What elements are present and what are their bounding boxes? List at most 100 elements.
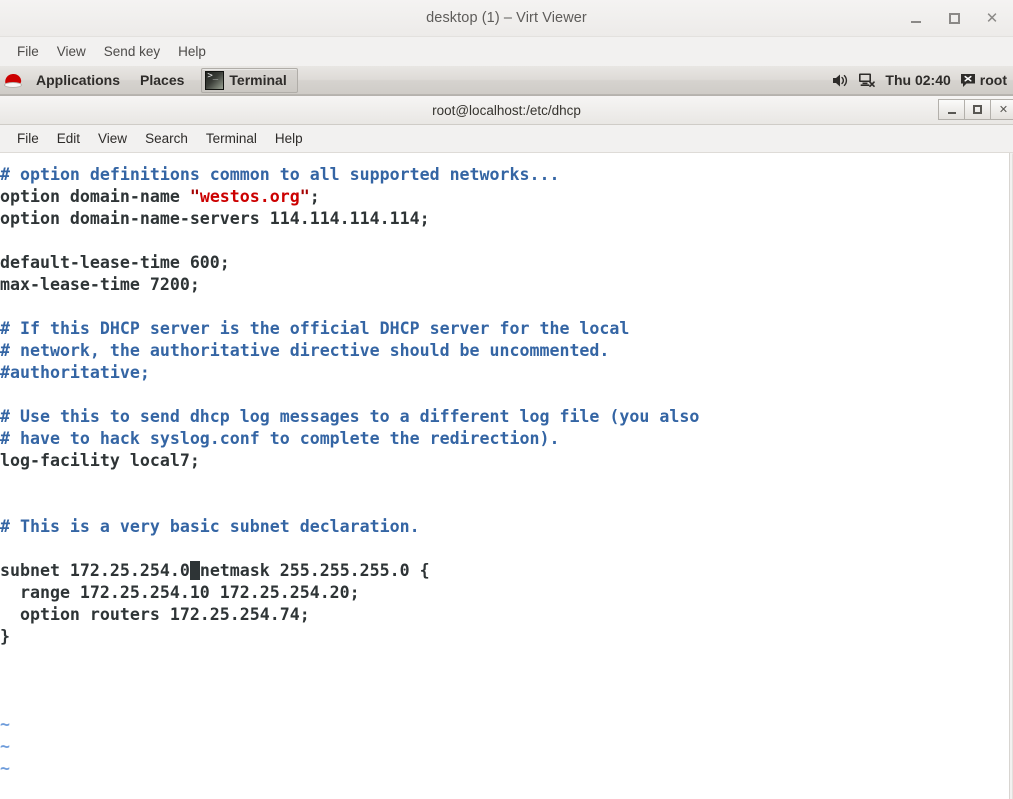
- editor-text: # option definitions common to all suppo…: [0, 165, 560, 184]
- terminal-window: root@localhost:/etc/dhcp ✕ File Edit Vie…: [0, 95, 1013, 799]
- editor-line: subnet 172.25.254.0 netmask 255.255.255.…: [0, 560, 995, 582]
- terminal-maximize-button[interactable]: [964, 99, 991, 120]
- terminal-icon: [205, 70, 225, 90]
- editor-line: option domain-name-servers 114.114.114.1…: [0, 208, 995, 230]
- maximize-icon: [948, 13, 960, 24]
- panel-menu-applications[interactable]: Applications: [26, 68, 130, 92]
- terminal-menu-file[interactable]: File: [8, 128, 48, 149]
- editor-line: ~: [0, 736, 995, 758]
- terminal-menu-help[interactable]: Help: [266, 128, 312, 149]
- panel-taskbar: Terminal: [201, 67, 298, 93]
- viewer-menu-help[interactable]: Help: [169, 41, 215, 62]
- editor-text: [0, 495, 10, 514]
- editor-line: log-facility local7;: [0, 450, 995, 472]
- terminal-window-controls: ✕: [938, 99, 1013, 120]
- viewer-window-controls: ✕: [907, 0, 1007, 37]
- terminal-scrollbar[interactable]: [1009, 153, 1013, 799]
- minimize-icon: [947, 111, 956, 114]
- editor-line: [0, 384, 995, 406]
- close-icon: ✕: [998, 104, 1009, 116]
- taskbar-item-terminal[interactable]: Terminal: [201, 67, 298, 93]
- terminal-menubar: File Edit View Search Terminal Help: [0, 125, 1013, 153]
- editor-line: [0, 472, 995, 494]
- editor-line: # network, the authoritative directive s…: [0, 340, 995, 362]
- editor-text: log-facility local7;: [0, 451, 200, 470]
- editor-text: [0, 671, 10, 690]
- editor-line: ~: [0, 758, 995, 780]
- editor-text: [0, 297, 10, 316]
- panel-left-section: Applications Places Terminal: [0, 66, 298, 95]
- editor-text: ~: [0, 759, 10, 778]
- terminal-minimize-button[interactable]: [938, 99, 965, 120]
- terminal-menu-view[interactable]: View: [89, 128, 136, 149]
- editor-line: [0, 648, 995, 670]
- editor-text: westos.org: [199, 187, 300, 206]
- terminal-menu-search[interactable]: Search: [136, 128, 197, 149]
- editor-text: # have to hack syslog.conf to complete t…: [0, 429, 560, 448]
- editor-line: # If this DHCP server is the official DH…: [0, 318, 995, 340]
- editor-line: [0, 670, 995, 692]
- terminal-title: root@localhost:/etc/dhcp: [432, 103, 581, 118]
- viewer-minimize-button[interactable]: [907, 10, 925, 28]
- editor-line: range 172.25.254.10 172.25.254.20;: [0, 582, 995, 604]
- speaker-icon[interactable]: [832, 73, 849, 88]
- editor-line: # This is a very basic subnet declaratio…: [0, 516, 995, 538]
- viewer-menu-file[interactable]: File: [8, 41, 48, 62]
- vim-editor-buffer[interactable]: # option definitions common to all suppo…: [0, 164, 995, 799]
- minimize-icon: [911, 21, 921, 23]
- viewer-menu-send-key[interactable]: Send key: [95, 41, 169, 62]
- viewer-close-button[interactable]: ✕: [983, 10, 1001, 28]
- editor-line: [0, 296, 995, 318]
- editor-text: [0, 385, 10, 404]
- editor-text: [0, 649, 10, 668]
- editor-text: ;: [309, 187, 320, 206]
- editor-line: # Use this to send dhcp log messages to …: [0, 406, 995, 428]
- editor-text: [0, 473, 10, 492]
- editor-line: option domain-name "westos.org";: [0, 186, 995, 208]
- gnome-top-panel: Applications Places Terminal: [0, 66, 1013, 95]
- viewer-menubar: File View Send key Help: [0, 37, 1013, 66]
- viewer-titlebar: desktop (1) – Virt Viewer ✕: [0, 0, 1013, 37]
- network-disconnected-icon[interactable]: [858, 72, 876, 88]
- editor-line: max-lease-time 7200;: [0, 274, 995, 296]
- text-cursor: [189, 561, 200, 580]
- editor-line: [0, 538, 995, 560]
- viewer-maximize-button[interactable]: [945, 10, 963, 28]
- panel-menu-places[interactable]: Places: [130, 68, 194, 92]
- editor-text: ": [189, 187, 200, 206]
- terminal-close-button[interactable]: ✕: [990, 99, 1013, 120]
- panel-clock[interactable]: Thu 02:40: [885, 72, 950, 88]
- editor-text: [0, 231, 10, 250]
- editor-text: ": [299, 187, 310, 206]
- panel-user-menu[interactable]: root: [960, 72, 1007, 88]
- editor-line: [0, 230, 995, 252]
- editor-text: #authoritative;: [0, 363, 150, 382]
- editor-text: ~: [0, 737, 10, 756]
- editor-text: option routers 172.25.254.74;: [0, 605, 310, 624]
- editor-line: default-lease-time 600;: [0, 252, 995, 274]
- editor-line: option routers 172.25.254.74;: [0, 604, 995, 626]
- redhat-logo-icon: [4, 72, 22, 89]
- editor-text: subnet 172.25.254.0: [0, 561, 190, 580]
- terminal-titlebar: root@localhost:/etc/dhcp ✕: [0, 96, 1013, 125]
- editor-text: }: [0, 627, 10, 646]
- panel-user-label: root: [979, 72, 1007, 88]
- editor-line: ~: [0, 714, 995, 736]
- terminal-body[interactable]: # option definitions common to all suppo…: [0, 153, 1013, 799]
- editor-text: # network, the authoritative directive s…: [0, 341, 610, 360]
- editor-text: default-lease-time 600;: [0, 253, 230, 272]
- terminal-menu-edit[interactable]: Edit: [48, 128, 89, 149]
- taskbar-item-label: Terminal: [229, 72, 287, 88]
- editor-text: ~: [0, 715, 10, 734]
- virt-viewer-window: desktop (1) – Virt Viewer ✕ File View Se…: [0, 0, 1013, 799]
- panel-right-section: Thu 02:40 root: [832, 66, 1013, 95]
- viewer-title: desktop (1) – Virt Viewer: [426, 10, 587, 26]
- editor-line: [0, 494, 995, 516]
- editor-line: # have to hack syslog.conf to complete t…: [0, 428, 995, 450]
- terminal-menu-terminal[interactable]: Terminal: [197, 128, 266, 149]
- editor-line: [0, 692, 995, 714]
- editor-line: #authoritative;: [0, 362, 995, 384]
- editor-text: # This is a very basic subnet declaratio…: [0, 517, 420, 536]
- editor-text: netmask 255.255.255.0 {: [199, 561, 430, 580]
- viewer-menu-view[interactable]: View: [48, 41, 95, 62]
